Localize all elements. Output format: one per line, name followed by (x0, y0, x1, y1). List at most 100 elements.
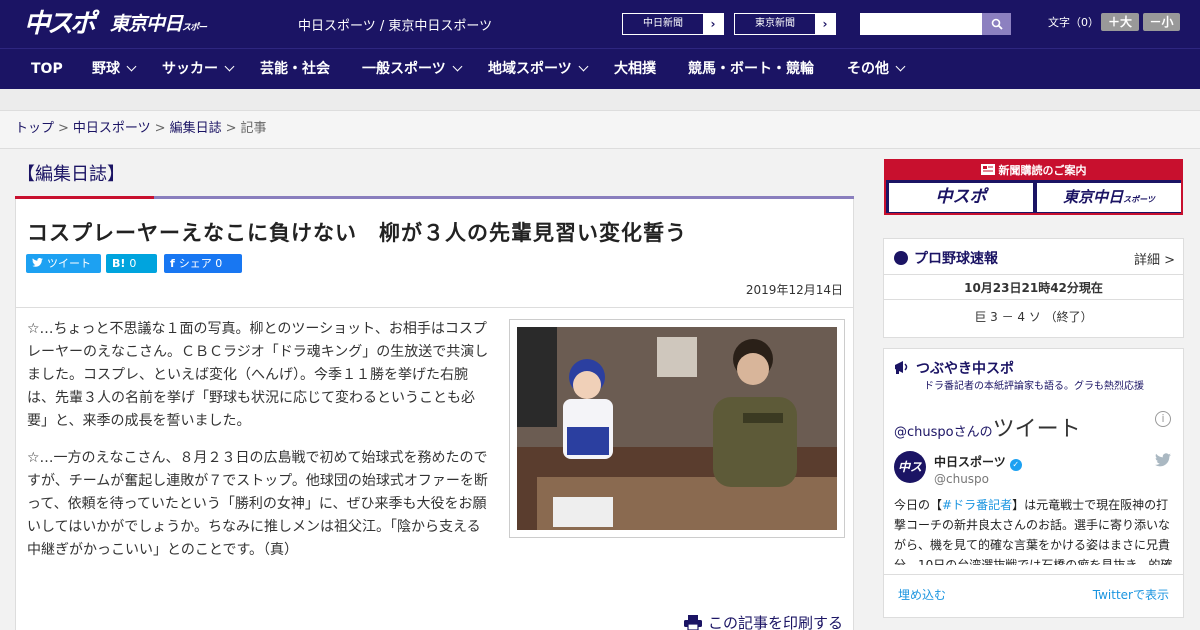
tokyo-chunichi-logo[interactable]: 東京中日スポーツ (110, 10, 210, 65)
nav-item-top[interactable]: TOP (31, 49, 63, 90)
baseball-panel-title: プロ野球速報 (894, 248, 998, 268)
subscription-banner-head: 新聞購読のご案内 (886, 161, 1181, 180)
twitter-panel-title: つぶやき中スポ (894, 358, 1014, 378)
avatar[interactable]: 中スポ (894, 451, 926, 506)
nav-item-general-sports[interactable]: 一般スポーツ (362, 49, 463, 90)
baseball-icon (894, 251, 908, 265)
global-nav: TOP 野球 サッカー 芸能・社会 一般スポーツ 地域スポーツ 大相撲 競馬・ボ… (0, 48, 1200, 89)
search-input[interactable] (860, 13, 982, 35)
nav-item-regional-sports[interactable]: 地域スポーツ (488, 49, 589, 90)
facebook-icon: f (170, 257, 175, 270)
breadcrumb-link-chunichi-sports[interactable]: 中日スポーツ (73, 121, 151, 136)
chevron-down-icon (578, 61, 589, 72)
baseball-scores-panel: プロ野球速報 詳細 > 10月23日21時42分現在 巨 3 － 4 ソ （終了… (883, 238, 1184, 338)
nav-label: TOP (31, 61, 63, 77)
breadcrumb-separator: > (225, 121, 237, 136)
article-photo[interactable] (509, 319, 845, 538)
tokyo-shimbun-link[interactable]: 東京新聞 › (734, 13, 836, 35)
breadcrumb-separator: > (154, 121, 166, 136)
twitter-bird-icon[interactable] (1155, 453, 1171, 467)
chuspo-subscribe-box[interactable]: 中スポ (889, 183, 1033, 212)
facebook-share-count: 0 (215, 257, 223, 270)
article-date: 2019年12月14日 (745, 283, 843, 297)
hatena-bookmark-button[interactable]: B! 0 (106, 254, 157, 273)
font-size-label: 文字（0） (1048, 16, 1099, 29)
nav-label: 一般スポーツ (362, 61, 446, 77)
chevron-right-icon: › (710, 17, 716, 31)
tweet-label: ツイート (47, 257, 91, 270)
facebook-share-button[interactable]: f シェア 0 (164, 254, 242, 273)
font-larger-button[interactable]: ＋大 (1101, 13, 1139, 31)
nav-label: サッカー (162, 61, 218, 77)
baseball-detail-link[interactable]: 詳細 > (1134, 249, 1175, 268)
breadcrumb-separator: > (58, 121, 69, 136)
twitter-panel: つぶやき中スポ ドラ番記者の本紙評論家も語る。グラも熱烈応援 @chuspoさん… (883, 348, 1184, 618)
nav-item-entertainment[interactable]: 芸能・社会 (260, 49, 330, 90)
twitter-panel-subtitle: ドラ番記者の本紙評論家も語る。グラも熱烈応援 (924, 381, 1144, 392)
nav-item-baseball[interactable]: 野球 (92, 49, 137, 90)
baseball-timestamp: 10月23日21時42分現在 (884, 274, 1183, 300)
twitter-widget-header: @chuspoさんのツイート (894, 411, 1081, 443)
article-headline: コスプレーヤーえなこに負けない 柳が３人の先輩見習い変化誓う (27, 221, 687, 245)
chevron-down-icon (126, 61, 137, 72)
printer-icon (683, 615, 702, 630)
chevron-down-icon (452, 61, 463, 72)
tweet-author-name-text: 中日スポーツ (934, 455, 1006, 469)
print-label: この記事を印刷する (707, 614, 843, 630)
chunichi-shimbun-label: 中日新聞 (623, 14, 703, 34)
tokyo-chunichi-label: 東京中日 (1063, 188, 1124, 206)
nav-label: その他 (847, 61, 889, 77)
breadcrumb-link-top[interactable]: トップ (15, 121, 54, 136)
breadcrumb-current: 記事 (240, 121, 267, 136)
tokyo-shimbun-label: 東京新聞 (735, 14, 815, 34)
baseball-panel-title-text: プロ野球速報 (914, 251, 998, 267)
hatena-count: 0 (129, 257, 137, 270)
divider (16, 307, 853, 308)
tweet-button[interactable]: ツイート (26, 254, 101, 273)
tweet-text: 今日の【#ドラ番記者】は元竜戦士で現在阪神の打撃コーチの新井良太さんのお話。選手… (894, 495, 1174, 565)
nav-label: 競馬・ボート・競輪 (688, 61, 814, 77)
tokyo-chunichi-subscribe-box[interactable]: 東京中日スポーツ (1037, 183, 1181, 212)
nav-label: 野球 (92, 61, 120, 77)
photo-image (517, 327, 837, 530)
chunichi-shimbun-link[interactable]: 中日新聞 › (622, 13, 724, 35)
verified-badge-icon: ✓ (1009, 459, 1022, 471)
tokyo-chunichi-small: スポーツ (1123, 195, 1155, 204)
font-smaller-button[interactable]: －小 (1143, 13, 1180, 31)
chuspo-logo[interactable]: 中スポ (24, 8, 100, 40)
tweet-author-handle[interactable]: @chuspo (934, 472, 989, 486)
hatena-icon: B! (112, 257, 126, 270)
article-card: コスプレーヤーえなこに負けない 柳が３人の先輩見習い変化誓う ツイート B! 0 … (15, 199, 854, 630)
ad-strip (0, 89, 1200, 111)
baseball-score-row[interactable]: 巨 3 － 4 ソ （終了） (884, 305, 1183, 329)
search-icon (991, 18, 1003, 30)
twitter-bird-icon (32, 257, 43, 270)
twitter-widget-footer: 埋め込む Twitterで表示 (884, 574, 1183, 616)
tweet-text-pre: 今日の【 (894, 498, 943, 512)
megaphone-icon (895, 361, 908, 374)
nav-item-soccer[interactable]: サッカー (162, 49, 235, 90)
subscription-banner[interactable]: 新聞購読のご案内 中スポ 東京中日スポーツ (884, 159, 1183, 215)
nav-item-sumo[interactable]: 大相撲 (614, 49, 656, 90)
newspaper-icon (980, 164, 995, 175)
subscription-banner-title: 新聞購読のご案内 (998, 164, 1087, 177)
tokyo-logo-text: 東京中日 (110, 13, 183, 35)
facebook-share-label: シェア (178, 257, 212, 270)
search-button[interactable] (982, 13, 1011, 35)
print-article-link[interactable]: この記事を印刷する (683, 612, 843, 630)
section-title: 【編集日誌】 (17, 164, 125, 185)
tweet-hashtag[interactable]: #ドラ番記者 (942, 498, 1012, 512)
breadcrumb: トップ > 中日スポーツ > 編集日誌 > 記事 (0, 111, 1200, 149)
breadcrumb-link-editorial-diary[interactable]: 編集日誌 (170, 121, 222, 136)
embed-link[interactable]: 埋め込む (898, 575, 946, 615)
chevron-down-icon (895, 61, 906, 72)
tweet-author-name[interactable]: 中日スポーツ ✓ (934, 453, 1022, 471)
info-icon[interactable]: i (1155, 411, 1171, 427)
nav-label: 地域スポーツ (488, 61, 572, 77)
chevron-right-icon: › (822, 17, 828, 31)
twitter-account-prefix[interactable]: @chuspoさんの (894, 425, 993, 440)
view-on-twitter-link[interactable]: Twitterで表示 (1093, 575, 1169, 615)
nav-item-racing[interactable]: 競馬・ボート・競輪 (688, 49, 814, 90)
site-header: 中スポ 東京中日スポーツ 中日スポーツ / 東京中日スポーツ 中日新聞 › 東京… (0, 0, 1200, 65)
nav-item-other[interactable]: その他 (847, 49, 906, 90)
